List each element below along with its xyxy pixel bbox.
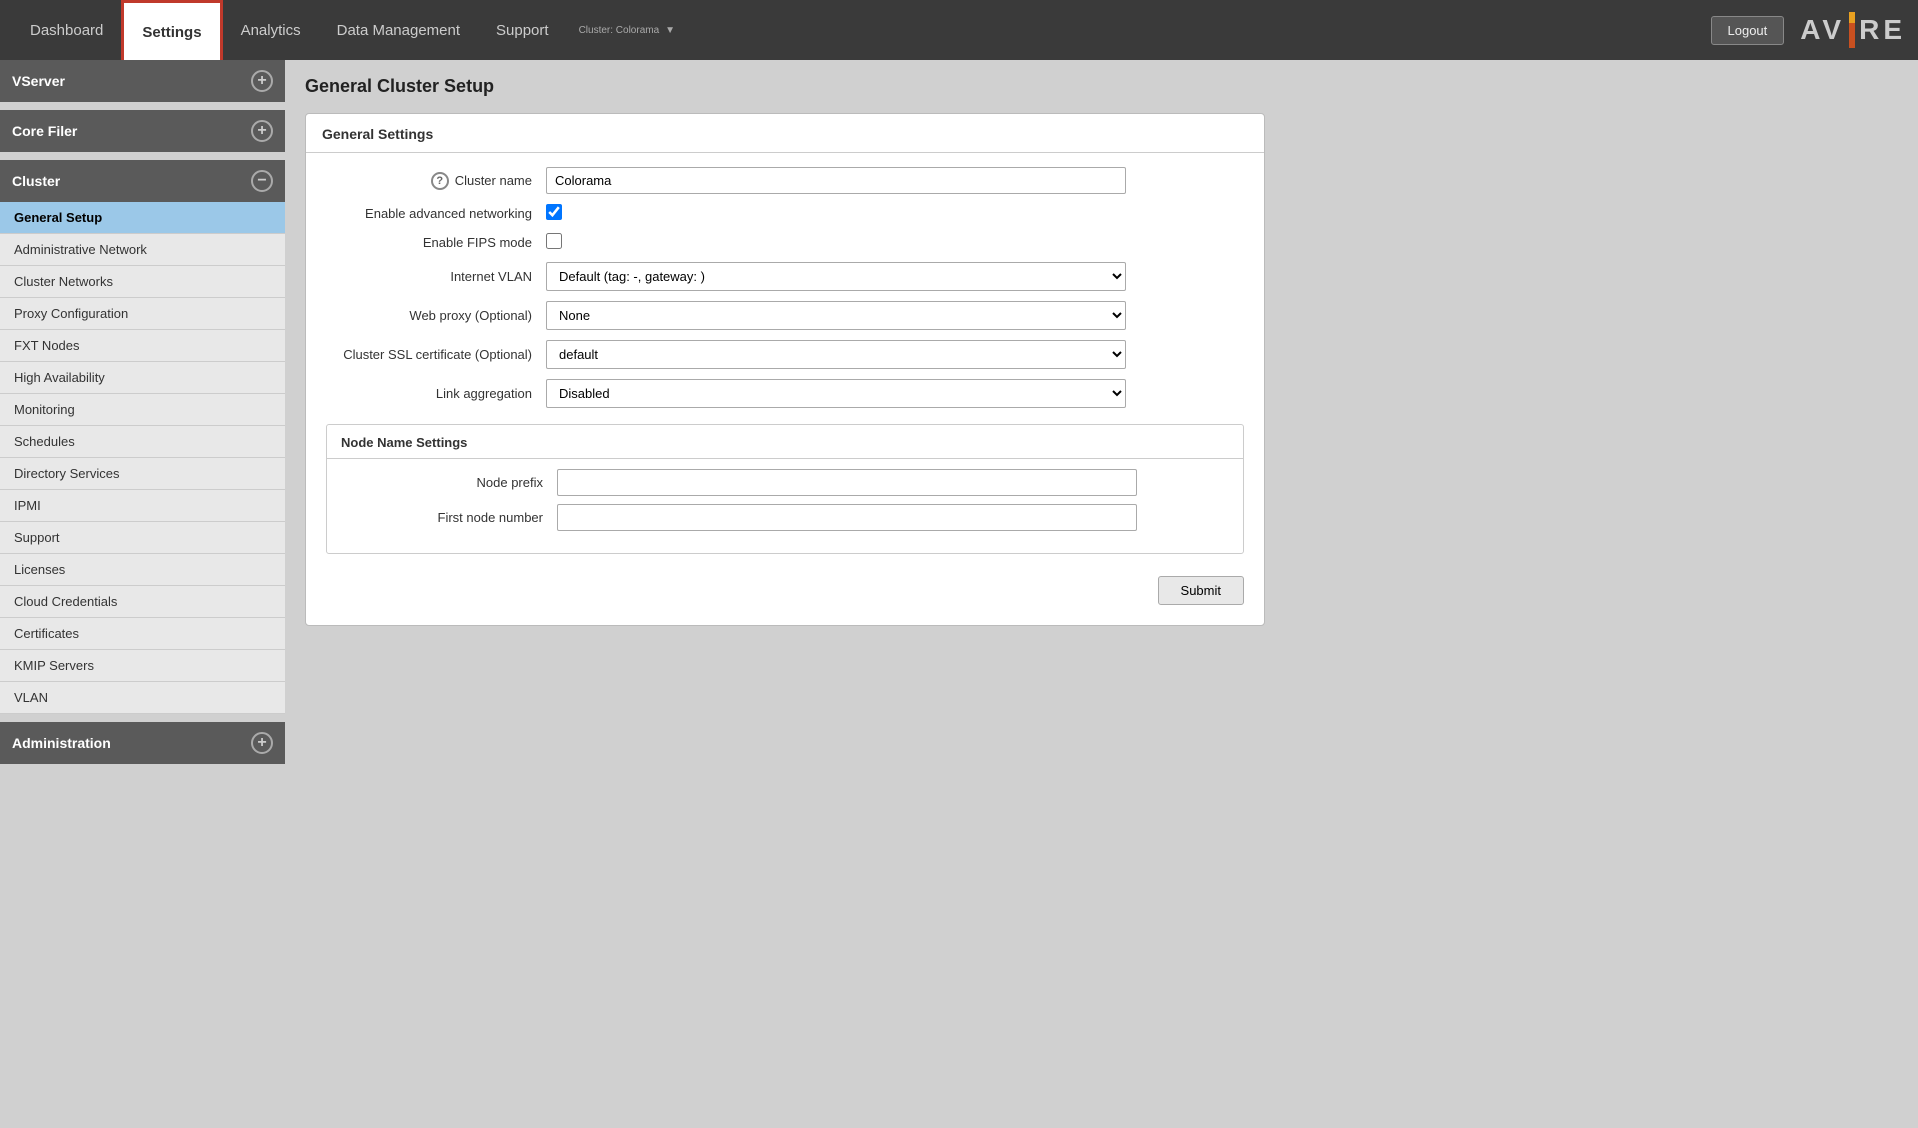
sidebar-item-monitoring[interactable]: Monitoring: [0, 394, 285, 426]
sidebar-item-proxy-configuration[interactable]: Proxy Configuration: [0, 298, 285, 330]
administration-label: Administration: [12, 735, 111, 751]
sidebar-item-kmip-servers[interactable]: KMIP Servers: [0, 650, 285, 682]
logo-bar: [1849, 12, 1855, 48]
node-prefix-label: Node prefix: [337, 475, 557, 490]
core-filer-expand-icon: +: [251, 120, 273, 142]
sidebar-item-directory-services[interactable]: Directory Services: [0, 458, 285, 490]
sidebar-item-ipmi[interactable]: IPMI: [0, 490, 285, 522]
sidebar-section-vserver[interactable]: VServer +: [0, 60, 285, 102]
link-aggregation-label: Link aggregation: [326, 386, 546, 401]
tab-dashboard[interactable]: Dashboard: [12, 0, 121, 60]
first-node-number-row: First node number: [337, 504, 1233, 531]
submit-row: Submit: [306, 564, 1264, 605]
sidebar-item-cluster-networks[interactable]: Cluster Networks: [0, 266, 285, 298]
cluster-collapse-icon: −: [251, 170, 273, 192]
enable-advanced-networking-row: Enable advanced networking: [326, 204, 1244, 223]
ssl-cert-row: Cluster SSL certificate (Optional) defau…: [326, 340, 1244, 369]
page-title: General Cluster Setup: [305, 76, 1898, 97]
core-filer-label: Core Filer: [12, 123, 77, 139]
sidebar-item-support[interactable]: Support: [0, 522, 285, 554]
cluster-selector[interactable]: Cluster: Colorama ▼: [567, 25, 688, 36]
link-aggregation-row: Link aggregation Disabled: [326, 379, 1244, 408]
ssl-cert-select[interactable]: default: [546, 340, 1126, 369]
web-proxy-row: Web proxy (Optional) None: [326, 301, 1244, 330]
sidebar-item-fxt-nodes[interactable]: FXT Nodes: [0, 330, 285, 362]
sidebar-section-core-filer[interactable]: Core Filer +: [0, 110, 285, 152]
nav-tabs: Dashboard Settings Analytics Data Manage…: [12, 0, 687, 62]
administration-expand-icon: +: [251, 732, 273, 754]
chevron-down-icon: ▼: [665, 25, 675, 36]
top-bar-right: Logout AV RE: [1711, 12, 1907, 48]
main-layout: VServer + Core Filer + Cluster − General…: [0, 60, 1918, 1128]
enable-advanced-networking-label: Enable advanced networking: [326, 206, 546, 221]
logo-re: RE: [1859, 14, 1906, 46]
logout-button[interactable]: Logout: [1711, 16, 1785, 45]
general-settings-title: General Settings: [306, 114, 1264, 153]
enable-fips-checkbox[interactable]: [546, 233, 562, 249]
node-prefix-input[interactable]: [557, 469, 1137, 496]
enable-advanced-networking-control: [546, 204, 1126, 223]
web-proxy-label: Web proxy (Optional): [326, 308, 546, 323]
ssl-cert-control[interactable]: default: [546, 340, 1126, 369]
node-name-settings-section: Node Name Settings Node prefix First nod…: [326, 424, 1244, 554]
enable-fips-row: Enable FIPS mode: [326, 233, 1244, 252]
vserver-label: VServer: [12, 73, 65, 89]
first-node-number-control[interactable]: [557, 504, 1137, 531]
logo-av: AV: [1800, 14, 1845, 46]
sidebar-item-vlan[interactable]: VLAN: [0, 682, 285, 714]
node-prefix-control[interactable]: [557, 469, 1137, 496]
tab-analytics[interactable]: Analytics: [223, 0, 319, 60]
top-bar: Dashboard Settings Analytics Data Manage…: [0, 0, 1918, 60]
tab-data-management[interactable]: Data Management: [319, 0, 478, 60]
web-proxy-control[interactable]: None: [546, 301, 1126, 330]
cluster-selector-label: Cluster: Colorama: [579, 25, 660, 36]
form-panel: General Settings ? Cluster name Enable a…: [305, 113, 1265, 626]
sidebar-section-cluster[interactable]: Cluster −: [0, 160, 285, 202]
link-aggregation-control[interactable]: Disabled: [546, 379, 1126, 408]
link-aggregation-select[interactable]: Disabled: [546, 379, 1126, 408]
ssl-cert-label: Cluster SSL certificate (Optional): [326, 347, 546, 362]
sidebar-item-high-availability[interactable]: High Availability: [0, 362, 285, 394]
first-node-number-label: First node number: [337, 510, 557, 525]
main-content: General Cluster Setup General Settings ?…: [285, 60, 1918, 1128]
tab-settings[interactable]: Settings: [121, 0, 222, 62]
enable-fips-label: Enable FIPS mode: [326, 235, 546, 250]
sidebar-item-licenses[interactable]: Licenses: [0, 554, 285, 586]
sidebar-item-schedules[interactable]: Schedules: [0, 426, 285, 458]
sidebar-item-general-setup[interactable]: General Setup: [0, 202, 285, 234]
node-prefix-row: Node prefix: [337, 469, 1233, 496]
first-node-number-input[interactable]: [557, 504, 1137, 531]
enable-fips-control: [546, 233, 1126, 252]
sidebar-item-administrative-network[interactable]: Administrative Network: [0, 234, 285, 266]
cluster-name-row: ? Cluster name: [326, 167, 1244, 194]
vserver-expand-icon: +: [251, 70, 273, 92]
submit-button[interactable]: Submit: [1158, 576, 1244, 605]
node-name-settings-title: Node Name Settings: [327, 425, 1243, 459]
cluster-name-help-icon[interactable]: ?: [431, 172, 449, 190]
cluster-name-field[interactable]: [546, 167, 1126, 194]
sidebar-item-cloud-credentials[interactable]: Cloud Credentials: [0, 586, 285, 618]
enable-advanced-networking-checkbox[interactable]: [546, 204, 562, 220]
sidebar-item-certificates[interactable]: Certificates: [0, 618, 285, 650]
sidebar: VServer + Core Filer + Cluster − General…: [0, 60, 285, 1128]
internet-vlan-row: Internet VLAN Default (tag: -, gateway: …: [326, 262, 1244, 291]
cluster-name-input[interactable]: [546, 167, 1126, 194]
tab-support[interactable]: Support: [478, 0, 567, 60]
cluster-name-label: ? Cluster name: [326, 172, 546, 190]
internet-vlan-label: Internet VLAN: [326, 269, 546, 284]
internet-vlan-control[interactable]: Default (tag: -, gateway: ): [546, 262, 1126, 291]
cluster-section-label: Cluster: [12, 173, 60, 189]
avere-logo: AV RE: [1800, 12, 1906, 48]
web-proxy-select[interactable]: None: [546, 301, 1126, 330]
sidebar-section-administration[interactable]: Administration +: [0, 722, 285, 764]
internet-vlan-select[interactable]: Default (tag: -, gateway: ): [546, 262, 1126, 291]
